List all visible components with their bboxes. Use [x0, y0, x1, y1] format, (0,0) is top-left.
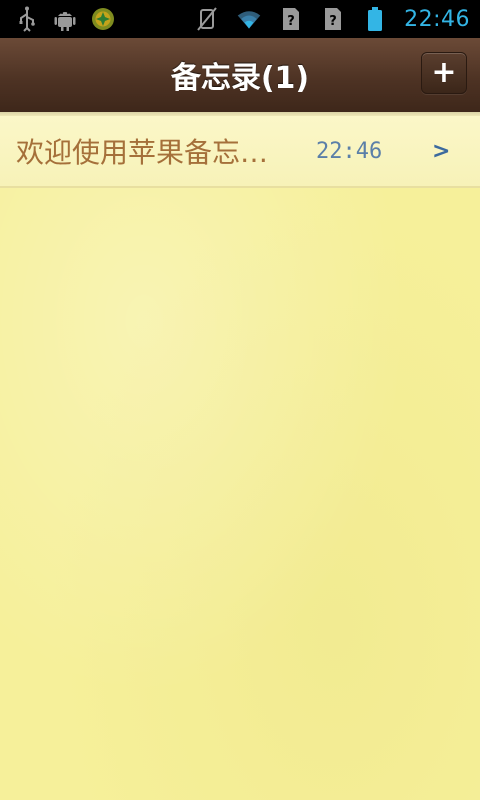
note-title: 欢迎使用苹果备忘… — [16, 136, 269, 169]
no-sim-icon-1: ? — [278, 6, 304, 32]
no-sim-icon-2: ? — [320, 6, 346, 32]
page-title: 备忘录(1) — [170, 61, 310, 96]
notes-list: 欢迎使用苹果备忘… 22:46 > — [0, 116, 480, 800]
status-bar: ? ? 22:46 — [0, 0, 480, 38]
svg-text:?: ? — [329, 14, 337, 29]
vibrate-off-icon — [194, 6, 220, 32]
app-header: 备忘录(1) + — [0, 38, 480, 116]
add-note-button[interactable]: + — [421, 52, 467, 94]
battery-icon — [362, 6, 388, 32]
svg-text:?: ? — [287, 14, 295, 29]
android-debug-icon — [52, 6, 78, 32]
note-time: 22:46 — [316, 138, 383, 164]
app-notification-icon — [90, 6, 116, 32]
status-time: 22:46 — [404, 6, 470, 32]
wifi-icon — [236, 6, 262, 32]
status-left-icons — [0, 0, 116, 38]
list-item[interactable]: 欢迎使用苹果备忘… 22:46 > — [0, 116, 480, 188]
chevron-right-icon: > — [432, 138, 451, 164]
usb-icon — [14, 6, 40, 32]
status-right-icons: ? ? 22:46 — [194, 0, 480, 38]
